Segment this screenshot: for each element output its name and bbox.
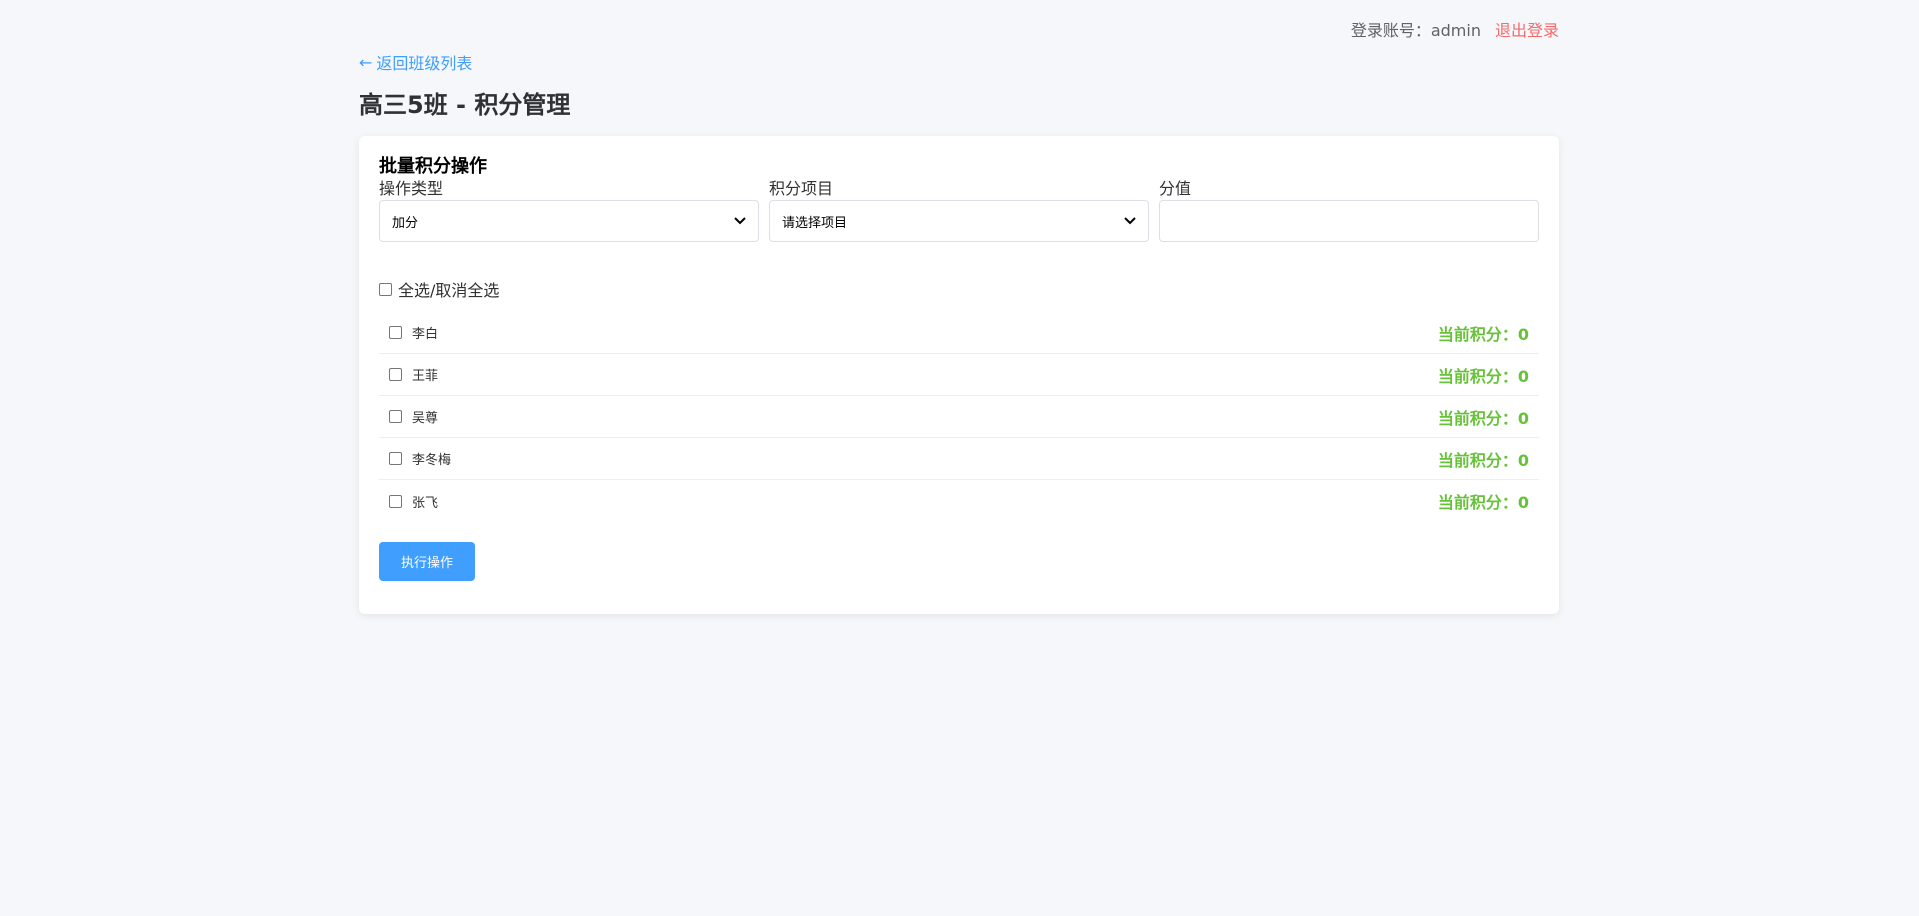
score-value-group: 分值 bbox=[1159, 178, 1539, 242]
student-info: 王菲 bbox=[389, 365, 438, 384]
score-value-input[interactable] bbox=[1159, 200, 1539, 242]
select-all-row: 全选/取消全选 bbox=[379, 278, 1539, 300]
student-score: 当前积分：0 bbox=[1437, 366, 1529, 386]
form-row: 操作类型 加分 积分项目 请选择项目 分值 bbox=[379, 178, 1539, 242]
score-value-label: 分值 bbox=[1159, 179, 1192, 198]
student-info: 李冬梅 bbox=[389, 449, 451, 468]
score-item-label: 积分项目 bbox=[769, 179, 834, 198]
page-container: 登录账号：admin 退出登录 ← 返回班级列表 高三5班 - 积分管理 批量积… bbox=[359, 0, 1559, 614]
student-checkbox[interactable] bbox=[389, 410, 402, 423]
execute-operation-button[interactable]: 执行操作 bbox=[379, 542, 475, 581]
page-title: 高三5班 - 积分管理 bbox=[359, 91, 571, 119]
student-row: 张飞 当前积分：0 bbox=[379, 480, 1539, 522]
card-title: 批量积分操作 bbox=[379, 156, 487, 177]
operation-type-value: 加分 bbox=[392, 215, 419, 231]
operation-type-select[interactable]: 加分 bbox=[379, 200, 759, 242]
student-checkbox[interactable] bbox=[389, 326, 402, 339]
student-name: 王菲 bbox=[412, 369, 439, 384]
student-name: 张飞 bbox=[412, 495, 439, 511]
student-row: 吴尊 当前积分：0 bbox=[379, 396, 1539, 438]
score-item-value: 请选择项目 bbox=[782, 215, 848, 231]
operation-type-group: 操作类型 加分 bbox=[379, 178, 759, 242]
student-info: 李白 bbox=[389, 323, 438, 342]
batch-operation-card: 批量积分操作 操作类型 加分 积分项目 请选择项目 分值 全选/取消全选 李白 … bbox=[359, 136, 1559, 614]
student-score: 当前积分：0 bbox=[1437, 450, 1529, 470]
student-checkbox[interactable] bbox=[389, 368, 402, 381]
back-arrow-icon: ← bbox=[359, 52, 373, 72]
score-item-select[interactable]: 请选择项目 bbox=[769, 200, 1149, 242]
student-row: 李白 当前积分：0 bbox=[379, 312, 1539, 354]
student-name: 李冬梅 bbox=[412, 453, 452, 468]
student-checkbox[interactable] bbox=[389, 494, 402, 508]
select-all-checkbox[interactable] bbox=[379, 282, 392, 296]
back-link-label: 返回班级列表 bbox=[376, 54, 473, 73]
student-score: 当前积分：0 bbox=[1437, 408, 1529, 428]
student-info: 张飞 bbox=[389, 492, 438, 511]
student-list: 李白 当前积分：0 王菲 当前积分：0 吴尊 当前积分：0 李冬梅 当前积分：0… bbox=[379, 312, 1539, 522]
operation-type-label: 操作类型 bbox=[379, 179, 444, 198]
chevron-down-icon bbox=[1124, 217, 1136, 225]
student-score: 当前积分：0 bbox=[1437, 493, 1529, 512]
student-name: 李白 bbox=[412, 327, 439, 342]
score-item-group: 积分项目 请选择项目 bbox=[769, 178, 1149, 242]
student-info: 吴尊 bbox=[389, 407, 438, 426]
account-label: 登录账号：admin bbox=[1350, 21, 1481, 40]
back-to-class-list-link[interactable]: ← 返回班级列表 bbox=[359, 50, 472, 74]
student-row: 李冬梅 当前积分：0 bbox=[379, 438, 1539, 480]
select-all-label: 全选/取消全选 bbox=[398, 281, 500, 300]
logout-link[interactable]: 退出登录 bbox=[1495, 17, 1559, 41]
student-row: 王菲 当前积分：0 bbox=[379, 354, 1539, 396]
student-name: 吴尊 bbox=[412, 411, 439, 426]
top-bar: 登录账号：admin 退出登录 bbox=[359, 0, 1559, 58]
student-score: 当前积分：0 bbox=[1437, 324, 1529, 344]
student-checkbox[interactable] bbox=[389, 452, 402, 465]
chevron-down-icon bbox=[734, 217, 746, 225]
